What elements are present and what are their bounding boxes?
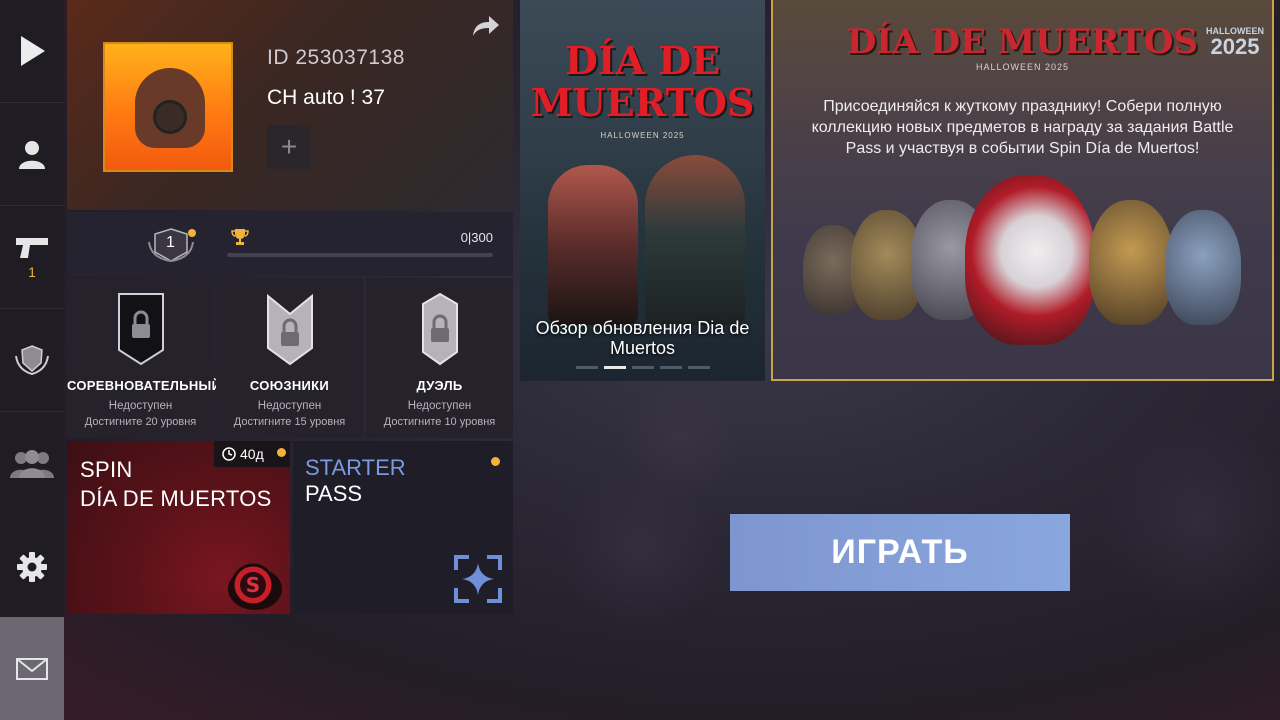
- character-mariachi: [645, 155, 745, 325]
- player-name: CH auto ! 37: [267, 86, 385, 109]
- event-logo: DÍA DE MUERTOS: [846, 22, 1199, 62]
- mode-duel[interactable]: ДУЭЛЬ Недоступен Достигните 10 уровня: [366, 278, 513, 438]
- clock-icon: [222, 447, 236, 461]
- halloween-badge: HALLOWEEN 2025: [1206, 26, 1264, 58]
- skull-blue: [1165, 210, 1241, 325]
- mode-status: Недоступен: [407, 400, 472, 412]
- competitive-lock-icon: [117, 293, 164, 366]
- starter-subtitle: PASS: [305, 481, 363, 506]
- duel-lock-icon: [421, 292, 458, 366]
- sidebar: 1: [0, 0, 64, 720]
- avatar[interactable]: [103, 42, 233, 172]
- xp-progress-track: [227, 253, 493, 257]
- sidebar-item-mail[interactable]: [0, 617, 64, 720]
- background-rose: [620, 380, 740, 500]
- news-logo-line2: MUERTOS: [530, 80, 755, 125]
- mail-icon: [16, 657, 48, 680]
- notification-dot: [188, 229, 196, 237]
- starter-pass-icon: [454, 555, 502, 603]
- profile-card[interactable]: ID 253037138 CH auto ! 37 +: [67, 0, 513, 210]
- skull-red-roses: [965, 175, 1095, 345]
- sidebar-item-friends[interactable]: [0, 412, 64, 515]
- carousel-dot[interactable]: [575, 366, 598, 369]
- rank-emblem-icon: [15, 345, 49, 376]
- sidebar-item-settings[interactable]: [0, 515, 64, 618]
- mode-requirement: Достигните 15 уровня: [233, 416, 346, 428]
- mode-name: СОЮЗНИКИ: [249, 378, 330, 393]
- avatar-gasmask: [153, 100, 187, 134]
- trophy-icon: [231, 229, 249, 245]
- share-icon: [473, 16, 499, 36]
- starter-pass-card[interactable]: STARTER PASS: [293, 441, 513, 614]
- background-rose: [1100, 420, 1280, 620]
- settings-gear-icon: [17, 551, 47, 582]
- inventory-badge: 1: [28, 264, 36, 280]
- play-icon: [21, 36, 45, 66]
- carousel-dot[interactable]: [687, 366, 710, 369]
- news-carousel[interactable]: DÍA DE MUERTOS HALLOWEEN 2025 Обзор обно…: [520, 0, 765, 381]
- notification-dot: [277, 448, 286, 457]
- level-progress-bar[interactable]: 1 0|300: [67, 212, 513, 276]
- level-number: 1: [166, 234, 175, 251]
- starter-title: STARTER: [305, 455, 406, 480]
- spin-event-card[interactable]: SPIN DÍA DE MUERTOS 40д S: [67, 441, 290, 614]
- event-description: Присоединяйся к жуткому празднику! Собер…: [811, 98, 1234, 157]
- add-button[interactable]: +: [267, 125, 311, 169]
- pistol-icon: [16, 238, 48, 258]
- news-logo: DÍA DE MUERTOS: [520, 40, 765, 124]
- carousel-dot[interactable]: [631, 366, 654, 369]
- allies-lock-icon: [266, 293, 313, 366]
- sidebar-item-profile[interactable]: [0, 103, 64, 206]
- mode-status: Недоступен: [257, 400, 322, 412]
- news-caption: Обзор обновления Dia de Muertos: [535, 318, 750, 358]
- event-logo-subtitle: HALLOWEEN 2025: [975, 62, 1070, 72]
- halloween-badge-year: 2025: [1210, 34, 1260, 59]
- sidebar-item-inventory[interactable]: 1: [0, 206, 64, 309]
- player-id: ID 253037138: [267, 46, 405, 69]
- friends-icon: [10, 449, 54, 478]
- profile-icon: [19, 141, 45, 169]
- mode-requirement: Достигните 20 уровня: [84, 416, 197, 428]
- skull-collection: [803, 170, 1252, 360]
- spin-coin-icon: S: [228, 563, 282, 610]
- svg-text:S: S: [246, 573, 260, 597]
- carousel-dot[interactable]: [659, 366, 682, 369]
- carousel-indicator[interactable]: [520, 366, 765, 369]
- xp-text: 0|300: [460, 230, 493, 245]
- mode-allies[interactable]: СОЮЗНИКИ Недоступен Достигните 15 уровня: [216, 278, 363, 438]
- sidebar-item-rank[interactable]: [0, 309, 64, 412]
- mode-competitive[interactable]: СОРЕВНОВАТЕЛЬНЫЙ Недоступен Достигните 2…: [67, 278, 222, 438]
- event-banner[interactable]: DÍA DE MUERTOS HALLOWEEN 2025 HALLOWEEN …: [771, 0, 1274, 381]
- notification-dot: [491, 457, 500, 466]
- news-logo-subtitle: HALLOWEEN 2025: [600, 131, 685, 140]
- skull-gold-2: [1089, 200, 1173, 325]
- mode-name: ДУЭЛЬ: [416, 378, 463, 393]
- carousel-dot[interactable]: [603, 366, 626, 369]
- share-button[interactable]: [471, 14, 501, 43]
- mode-status: Недоступен: [108, 400, 173, 412]
- spin-title-line2: DÍA DE MUERTOS: [80, 486, 272, 511]
- play-button[interactable]: ИГРАТЬ: [730, 514, 1070, 591]
- mode-name: СОРЕВНОВАТЕЛЬНЫЙ: [67, 378, 222, 393]
- sidebar-item-play[interactable]: [0, 0, 64, 103]
- news-logo-line1: DÍA DE: [564, 38, 721, 83]
- character-catrina: [548, 165, 638, 325]
- spin-timer-text: 40д: [240, 446, 264, 462]
- mode-requirement: Достигните 10 уровня: [383, 416, 496, 428]
